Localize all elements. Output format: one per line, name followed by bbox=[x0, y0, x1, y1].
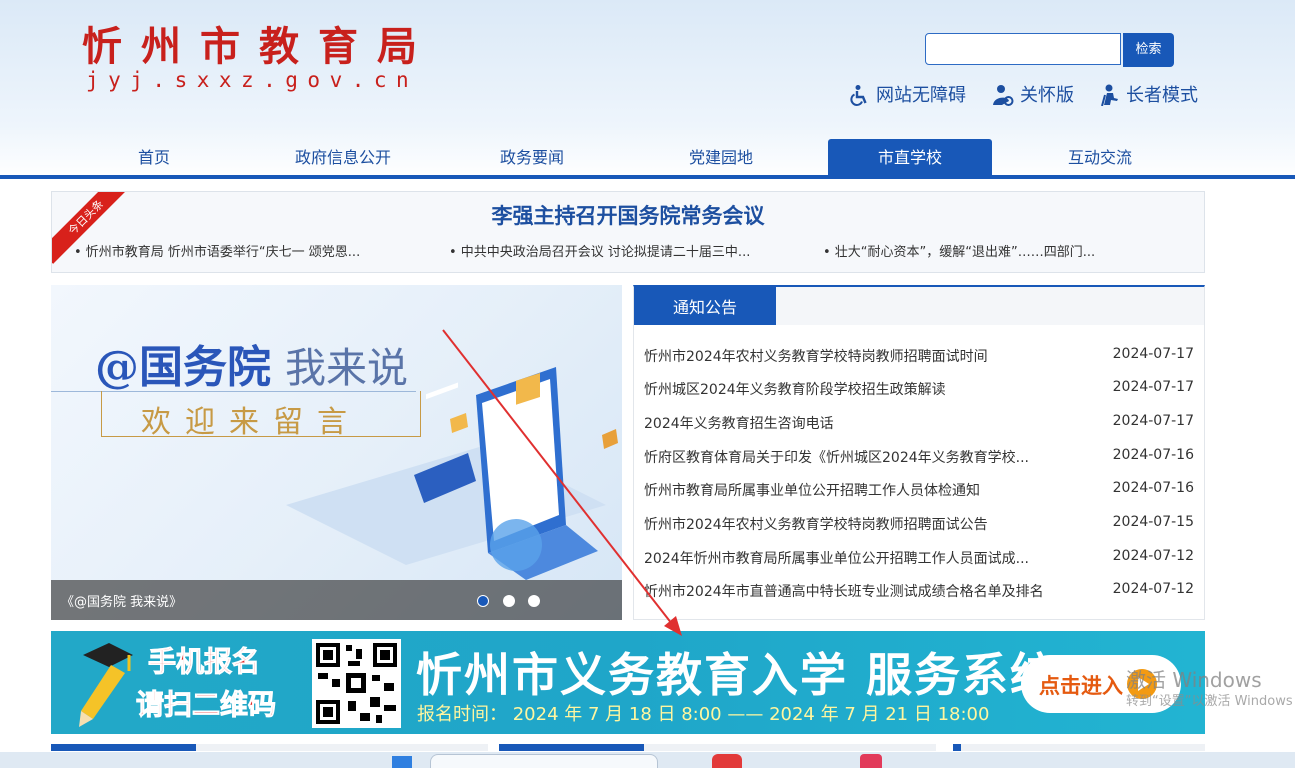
notice-title[interactable]: 2024年义务教育招生咨询电话 bbox=[644, 413, 1064, 433]
wheelchair-icon bbox=[850, 85, 867, 106]
notice-date: 2024-07-17 bbox=[1112, 346, 1194, 362]
elder-person-icon bbox=[1101, 84, 1118, 107]
notice-date: 2024-07-15 bbox=[1112, 514, 1194, 530]
headline-box: 今日头条 李强主持召开国务院常务会议 • 忻州市教育局 忻州市语委举行“庆七一 … bbox=[51, 191, 1205, 273]
section-strip-1 bbox=[51, 744, 196, 751]
headline-sub-3[interactable]: • 壮大“耐心资本”，缓解“退出难”……四部门... bbox=[823, 241, 1095, 260]
windows-watermark-sub: 转到“设置”以激活 Windows bbox=[1126, 694, 1293, 709]
care-mode-link[interactable]: 关怀版 bbox=[992, 84, 1074, 108]
notice-row[interactable]: 忻州城区2024年义务教育阶段学校招生政策解读 2024-07-17 bbox=[644, 379, 1194, 399]
care-mode-label: 关怀版 bbox=[1020, 85, 1074, 106]
pencil-graduation-icon bbox=[79, 643, 133, 727]
taskbar-search-box[interactable] bbox=[430, 754, 658, 768]
notice-title[interactable]: 忻州城区2024年义务教育阶段学校招生政策解读 bbox=[644, 379, 1064, 399]
notice-row[interactable]: 忻府区教育体育局关于印发《忻州城区2024年义务教育学校... 2024-07-1… bbox=[644, 447, 1194, 467]
carousel-banner[interactable]: @国务院 我来说 欢迎来留言 《@国务院 我来说》 bbox=[51, 285, 622, 620]
accessibility-label: 网站无障碍 bbox=[876, 85, 966, 106]
site-title[interactable]: 忻州市教育局 bbox=[82, 14, 436, 72]
section-strip-3-bg bbox=[953, 744, 1205, 751]
headline-sub-2[interactable]: • 中共中央政治局召开会议 讨论拟提请二十届三中... bbox=[449, 241, 750, 260]
qr-code bbox=[312, 639, 401, 728]
app-icon[interactable] bbox=[712, 754, 742, 768]
notice-title[interactable]: 忻州市2024年农村义务教育学校特岗教师招聘面试公告 bbox=[644, 514, 1064, 534]
enrollment-ad-banner[interactable]: 手机报名 请扫二维码 忻州市义务教育入学 服务系统 报名时间： 2024 年 7… bbox=[51, 631, 1205, 734]
notice-title[interactable]: 忻府区教育体育局关于印发《忻州城区2024年义务教育学校... bbox=[644, 447, 1064, 467]
ad-scan-line2: 请扫二维码 bbox=[135, 688, 277, 722]
elder-mode-link[interactable]: 长者模式 bbox=[1098, 84, 1198, 108]
nav-news[interactable]: 政务要闻 bbox=[456, 139, 608, 175]
notice-date: 2024-07-12 bbox=[1112, 581, 1194, 597]
notice-row[interactable]: 忻州市2024年农村义务教育学校特岗教师招聘面试时间 2024-07-17 bbox=[644, 346, 1194, 366]
notice-date: 2024-07-16 bbox=[1112, 447, 1194, 463]
headline-title[interactable]: 李强主持召开国务院常务会议 bbox=[52, 200, 1204, 230]
site-header: 忻州市教育局 jyj.sxxz.gov.cn 检索 网站无障碍 关怀版 长者模式… bbox=[0, 0, 1295, 180]
nav-home[interactable]: 首页 bbox=[78, 139, 230, 175]
section-strip-3 bbox=[953, 744, 961, 751]
section-strip-2 bbox=[499, 744, 644, 751]
notice-row[interactable]: 忻州市2024年市直普通高中特长班专业测试成绩合格名单及排名 2024-07-12 bbox=[644, 581, 1194, 601]
notice-row[interactable]: 忻州市2024年农村义务教育学校特岗教师招聘面试公告 2024-07-15 bbox=[644, 514, 1194, 534]
windows-watermark-title: 激活 Windows bbox=[1126, 668, 1262, 692]
notice-date: 2024-07-12 bbox=[1112, 548, 1194, 564]
search-button[interactable]: 检索 bbox=[1123, 33, 1174, 67]
tab-notices[interactable]: 通知公告 bbox=[634, 287, 776, 325]
nav-city-schools[interactable]: 市直学校 bbox=[828, 139, 992, 175]
carousel-dot-2[interactable] bbox=[503, 595, 515, 607]
nav-gov-info[interactable]: 政府信息公开 bbox=[267, 139, 419, 175]
carousel-dot-1[interactable] bbox=[477, 595, 489, 607]
ad-time: 报名时间： 2024 年 7 月 18 日 8:00 —— 2024 年 7 月… bbox=[417, 704, 990, 725]
ad-scan-line1: 手机报名 bbox=[147, 645, 261, 679]
accessibility-link[interactable]: 网站无障碍 bbox=[848, 84, 966, 108]
notice-date: 2024-07-17 bbox=[1112, 379, 1194, 395]
search-input[interactable] bbox=[925, 33, 1121, 65]
notice-title[interactable]: 忻州市2024年市直普通高中特长班专业测试成绩合格名单及排名 bbox=[644, 581, 1064, 601]
start-icon[interactable] bbox=[392, 756, 412, 768]
notice-row[interactable]: 2024年忻州市教育局所属事业单位公开招聘工作人员面试成... 2024-07-1… bbox=[644, 548, 1194, 568]
headline-sub-1[interactable]: • 忻州市教育局 忻州市语委举行“庆七一 颂党恩... bbox=[74, 241, 360, 260]
os-taskbar bbox=[0, 752, 1295, 768]
notice-panel: 通知公告 忻州市2024年农村义务教育学校特岗教师招聘面试时间 2024-07-1… bbox=[633, 285, 1205, 620]
elder-mode-label: 长者模式 bbox=[1126, 85, 1198, 106]
notice-date: 2024-07-17 bbox=[1112, 413, 1194, 429]
ad-title: 忻州市义务教育入学 服务系统 bbox=[416, 648, 1059, 702]
app-icon[interactable] bbox=[860, 754, 882, 768]
enter-label: 点击进入 bbox=[1039, 674, 1123, 698]
notice-title[interactable]: 2024年忻州市教育局所属事业单位公开招聘工作人员面试成... bbox=[644, 548, 1064, 568]
laptop-illustration bbox=[286, 367, 618, 580]
banner-caption[interactable]: 《@国务院 我来说》 bbox=[61, 591, 182, 610]
nav-underline bbox=[0, 175, 1295, 179]
care-person-icon bbox=[993, 85, 1014, 106]
nav-party[interactable]: 党建园地 bbox=[645, 139, 797, 175]
notice-row[interactable]: 忻州市教育局所属事业单位公开招聘工作人员体检通知 2024-07-16 bbox=[644, 480, 1194, 500]
carousel-dot-3[interactable] bbox=[528, 595, 540, 607]
notice-title[interactable]: 忻州市教育局所属事业单位公开招聘工作人员体检通知 bbox=[644, 480, 1064, 500]
notice-date: 2024-07-16 bbox=[1112, 480, 1194, 496]
notice-tabbar: 通知公告 bbox=[634, 287, 1204, 325]
site-domain: jyj.sxxz.gov.cn bbox=[86, 68, 419, 92]
notice-title[interactable]: 忻州市2024年农村义务教育学校特岗教师招聘面试时间 bbox=[644, 346, 1064, 366]
notice-row[interactable]: 2024年义务教育招生咨询电话 2024-07-17 bbox=[644, 413, 1194, 433]
nav-interaction[interactable]: 互动交流 bbox=[1024, 139, 1176, 175]
